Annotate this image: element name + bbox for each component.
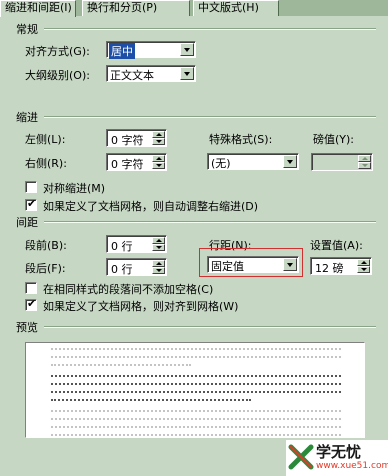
chevron-down-icon[interactable] (180, 43, 194, 56)
xue51-logo-icon (288, 444, 314, 470)
spin-up-icon[interactable] (358, 155, 371, 162)
section-title-indentation: 缩进 (16, 111, 38, 124)
section-title-spacing: 间距 (16, 216, 38, 229)
tab-line-page-breaks[interactable]: 换行和分页(P) (82, 0, 190, 16)
outline-level-select[interactable]: 正文文本 (106, 65, 196, 82)
spin-down-icon[interactable] (152, 267, 165, 274)
spin-down-icon[interactable] (152, 162, 165, 169)
spin-down-icon[interactable] (357, 266, 370, 273)
spin-up-icon[interactable] (152, 131, 165, 138)
check-icon: ✔ (27, 197, 37, 210)
special-indent-value: (无) (211, 157, 231, 170)
spin-up-icon[interactable] (152, 260, 165, 267)
spin-down-icon[interactable] (152, 244, 165, 251)
spin-up-icon[interactable] (152, 237, 165, 244)
space-after-label: 段后(F): (25, 262, 66, 275)
tab-label: 换行和分页(P) (87, 1, 158, 14)
indent-by-spinner[interactable] (311, 153, 373, 171)
preview-line-previous (51, 348, 341, 353)
space-before-spinner[interactable]: 0 行 (106, 235, 167, 253)
special-indent-select[interactable]: (无) (207, 153, 299, 170)
no-space-same-style-label: 在相同样式的段落间不添加空格(C) (43, 283, 214, 296)
watermark-brand: 学无忧 (316, 443, 362, 461)
alignment-select[interactable]: 居中 (106, 41, 196, 59)
preview-line-following (51, 426, 341, 431)
indent-left-label: 左侧(L): (25, 133, 66, 146)
preview-line-following (51, 418, 341, 423)
preview-line-following (51, 410, 341, 415)
preview-line-previous (51, 364, 191, 369)
spin-down-icon[interactable] (152, 138, 165, 145)
tab-asian-typography[interactable]: 中文版式(H) (193, 0, 279, 16)
alignment-value: 居中 (109, 43, 135, 59)
tab-indents-spacing[interactable]: 缩进和间距(I) (0, 0, 76, 17)
tab-label: 缩进和间距(I) (5, 1, 72, 14)
spin-up-icon[interactable] (152, 155, 165, 162)
preview-line-sample (51, 383, 341, 388)
divider (44, 326, 376, 328)
space-before-value: 0 行 (111, 240, 133, 253)
line-spacing-at-value: 12 磅 (315, 262, 344, 275)
chevron-down-icon[interactable] (180, 67, 194, 80)
divider (44, 116, 376, 118)
indent-by-label: 磅值(Y): (313, 133, 355, 146)
divider (44, 221, 376, 223)
line-spacing-at-spinner[interactable]: 12 磅 (310, 257, 372, 275)
chevron-down-icon[interactable] (283, 155, 297, 168)
space-before-label: 段前(B): (25, 239, 67, 252)
divider (44, 28, 376, 30)
tab-label: 中文版式(H) (198, 1, 259, 14)
indent-right-value: 0 字符 (111, 158, 144, 171)
indent-left-value: 0 字符 (111, 134, 144, 147)
mirror-indents-label: 对称缩进(M) (43, 182, 106, 195)
auto-adjust-indent-checkbox[interactable]: ✔ (25, 197, 37, 211)
alignment-label: 对齐方式(G): (25, 45, 90, 58)
indent-right-label: 右侧(R): (25, 157, 67, 170)
mirror-indents-checkbox[interactable] (25, 181, 37, 193)
snap-to-grid-label: 如果定义了文档网格，则对齐到网格(W) (43, 300, 239, 313)
snap-to-grid-checkbox[interactable]: ✔ (25, 297, 37, 311)
tab-strip: 缩进和间距(I) 换行和分页(P) 中文版式(H) (0, 0, 388, 17)
preview-line-sample (51, 399, 251, 404)
watermark-site: www.xue51.com (316, 461, 388, 471)
indent-right-spinner[interactable]: 0 字符 (106, 153, 167, 171)
preview-line-sample (51, 375, 341, 380)
special-indent-label: 特殊格式(S): (209, 133, 273, 146)
highlight-box (199, 248, 303, 277)
watermark-logo: 学无忧 www.xue51.com (286, 440, 388, 476)
auto-adjust-indent-label: 如果定义了文档网格，则自动调整右缩进(D) (43, 200, 259, 213)
preview-pane (25, 342, 365, 438)
spin-up-icon[interactable] (357, 259, 370, 266)
space-after-spinner[interactable]: 0 行 (106, 258, 167, 276)
preview-line-previous (51, 356, 341, 361)
outline-level-value: 正文文本 (110, 69, 154, 82)
check-icon: ✔ (27, 297, 37, 310)
preview-line-following (51, 434, 341, 437)
space-after-value: 0 行 (111, 263, 133, 276)
outline-level-label: 大纲级别(O): (25, 69, 90, 82)
line-spacing-at-label: 设置值(A): (310, 239, 363, 252)
spin-down-icon[interactable] (358, 162, 371, 169)
no-space-same-style-checkbox[interactable] (25, 282, 37, 294)
preview-line-sample (51, 391, 341, 396)
indent-left-spinner[interactable]: 0 字符 (106, 129, 167, 147)
section-title-preview: 预览 (16, 321, 38, 334)
section-title-general: 常规 (16, 23, 38, 36)
